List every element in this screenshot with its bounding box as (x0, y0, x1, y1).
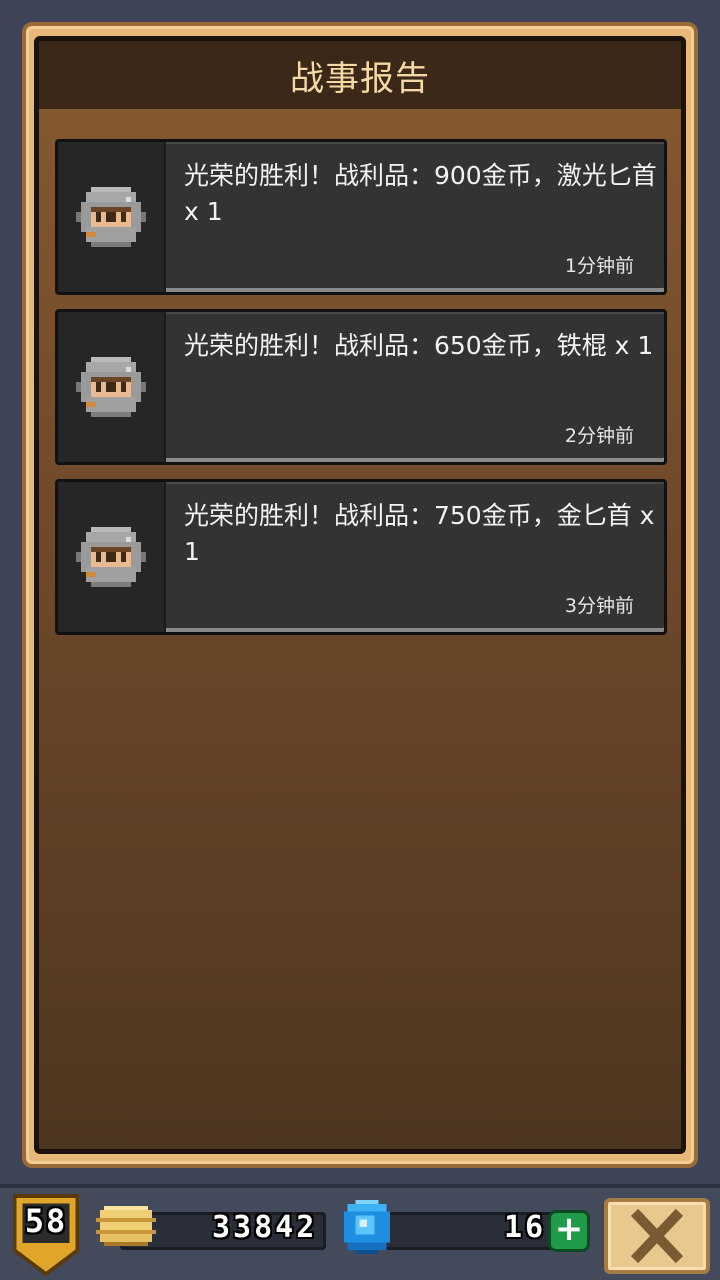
report-item[interactable]: 光荣的胜利！战利品：750金币，金匕首 x 1 3分钟前 (55, 479, 667, 635)
knight-helmet-icon (76, 187, 146, 247)
report-timestamp: 1分钟前 (564, 255, 634, 277)
add-gems-button[interactable]: + (548, 1210, 590, 1252)
close-x-icon (630, 1208, 684, 1264)
panel-title: 战事报告 (290, 58, 430, 99)
battle-report-panel: 战事报告 光荣的胜利！战利品：900金币，激光匕首 x 1 1分钟前 光荣的胜利… (34, 36, 686, 1154)
report-message: 光荣的胜利！战利品：900金币，激光匕首 x 1 (184, 161, 657, 226)
gold-amount: 33842 (212, 1210, 318, 1245)
avatar-cell (58, 482, 166, 632)
coin-stack-icon (96, 1206, 156, 1246)
report-message: 光荣的胜利！战利品：750金币，金匕首 x 1 (184, 501, 655, 566)
report-item[interactable]: 光荣的胜利！战利品：900金币，激光匕首 x 1 1分钟前 (55, 139, 667, 295)
gem-amount: 16 (504, 1210, 547, 1245)
blue-gem-icon (343, 1200, 391, 1254)
report-list: 光荣的胜利！战利品：900金币，激光匕首 x 1 1分钟前 光荣的胜利！战利品：… (55, 139, 667, 649)
report-timestamp: 3分钟前 (564, 595, 634, 617)
plus-icon: + (554, 1209, 584, 1249)
report-body: 光荣的胜利！战利品：650金币，铁棍 x 1 2分钟前 (166, 312, 664, 462)
report-body: 光荣的胜利！战利品：900金币，激光匕首 x 1 1分钟前 (166, 142, 664, 292)
report-item[interactable]: 光荣的胜利！战利品：650金币，铁棍 x 1 2分钟前 (55, 309, 667, 465)
report-body: 光荣的胜利！战利品：750金币，金匕首 x 1 3分钟前 (166, 482, 664, 632)
player-level: 58 (24, 1202, 68, 1240)
report-message: 光荣的胜利！战利品：650金币，铁棍 x 1 (184, 331, 654, 360)
report-timestamp: 2分钟前 (564, 425, 634, 447)
knight-helmet-icon (76, 527, 146, 587)
knight-helmet-icon (76, 357, 146, 417)
panel-header: 战事报告 (39, 41, 681, 109)
bottom-status-bar: 58 33842 16 + (0, 1184, 720, 1280)
close-button[interactable] (604, 1198, 710, 1274)
avatar-cell (58, 312, 166, 462)
avatar-cell (58, 142, 166, 292)
